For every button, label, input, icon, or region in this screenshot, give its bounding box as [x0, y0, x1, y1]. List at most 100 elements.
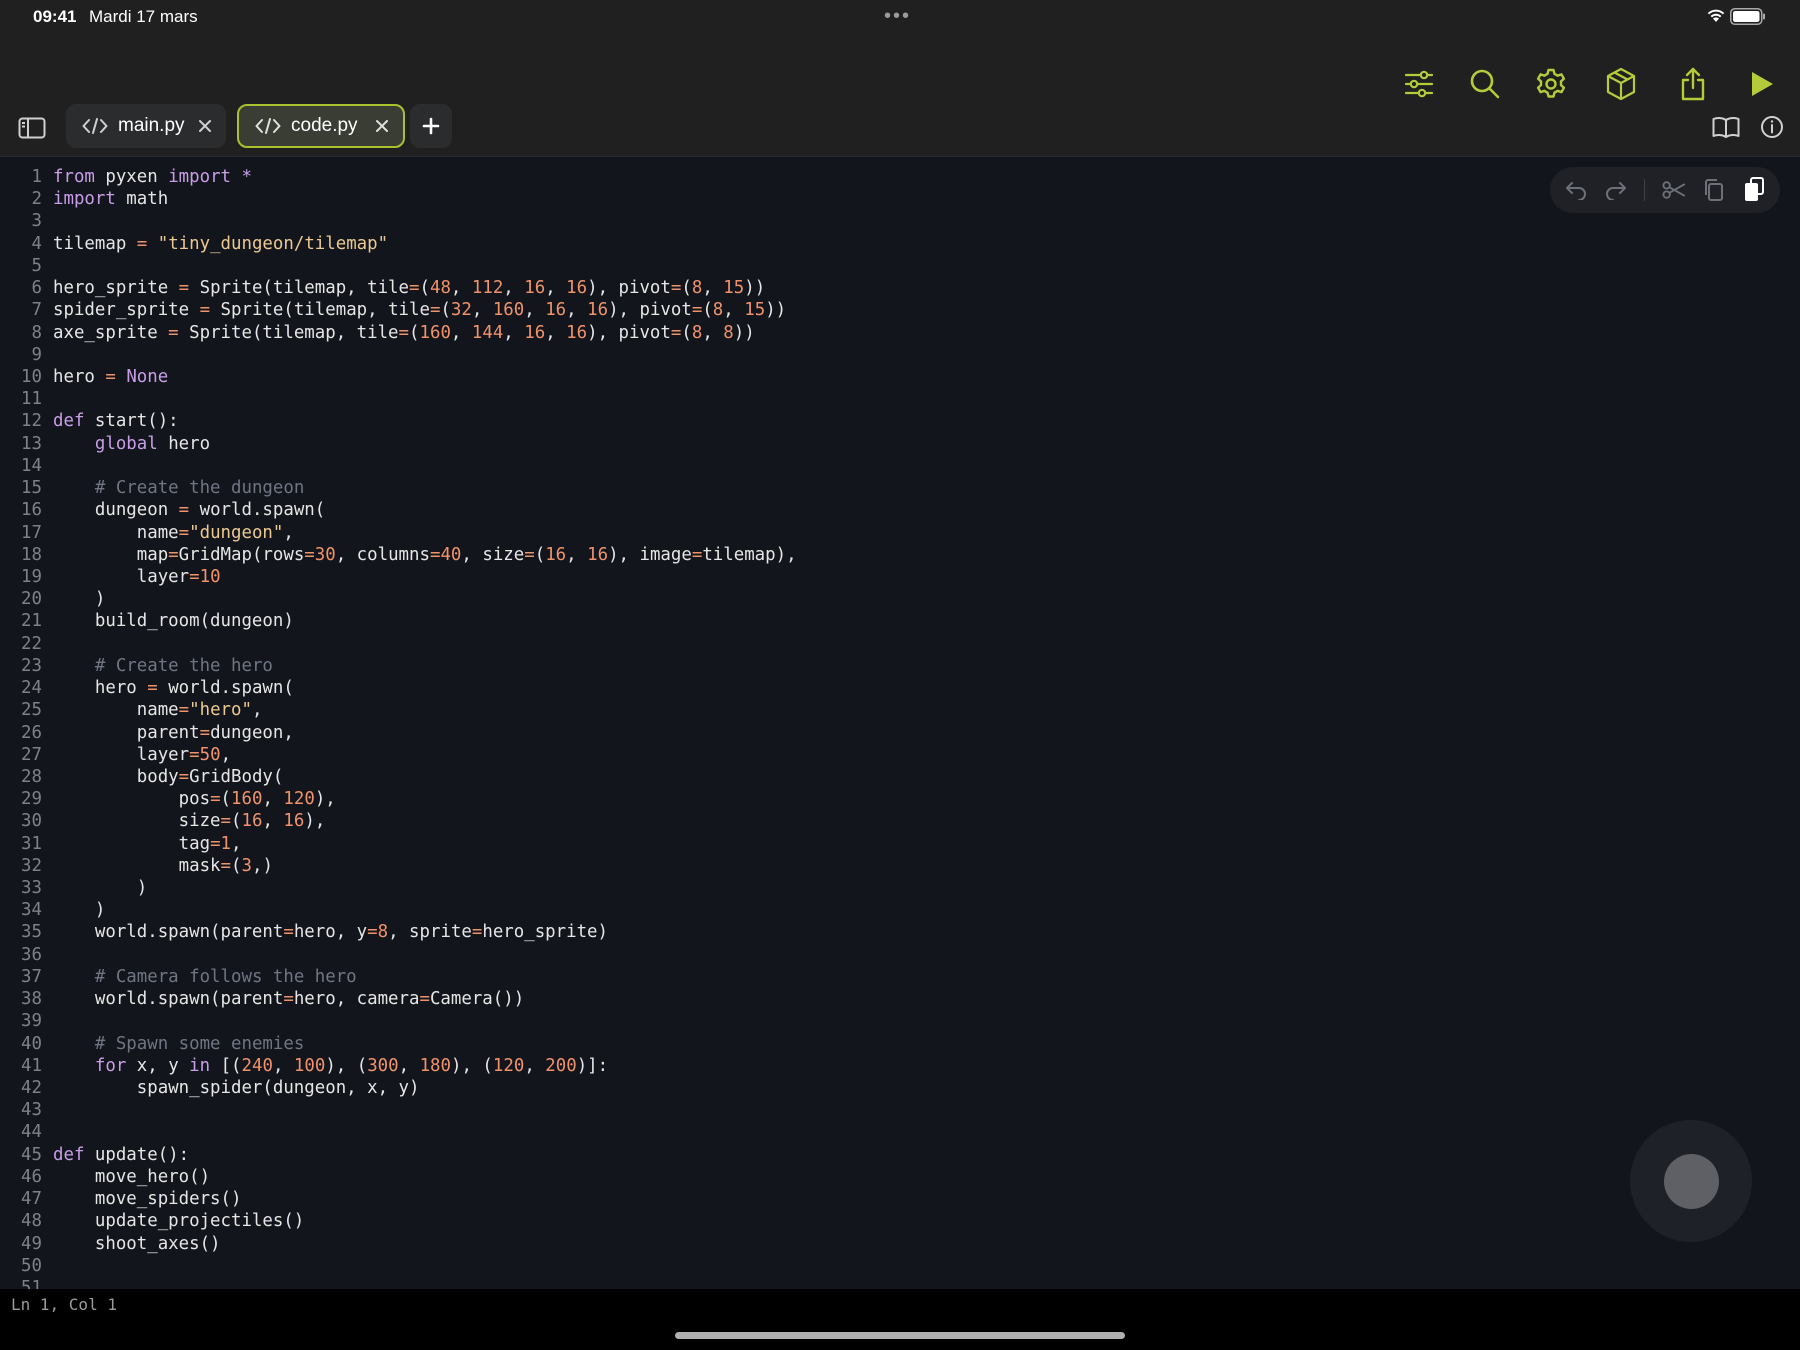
share-icon[interactable]: [1673, 64, 1713, 104]
undo-icon[interactable]: [1564, 178, 1588, 202]
code-line[interactable]: 25 name="hero",: [0, 699, 262, 721]
code-line[interactable]: 28 body=GridBody(: [0, 766, 283, 788]
code-editor[interactable]: 1 from pyxen import * 2 import math 3 4 tilema…: [0, 157, 1800, 1289]
code-line[interactable]: 51: [0, 1277, 53, 1289]
search-icon[interactable]: [1465, 64, 1505, 104]
code-text[interactable]: map=GridMap(rows=30, columns=40, size=(1…: [53, 544, 797, 566]
code-text[interactable]: hero = None: [53, 366, 168, 388]
code-line[interactable]: 1 from pyxen import *: [0, 166, 252, 188]
code-line[interactable]: 26 parent=dungeon,: [0, 722, 294, 744]
code-text[interactable]: for x, y in [(240, 100), (300, 180), (12…: [53, 1055, 608, 1077]
code-text[interactable]: world.spawn(parent=hero, y=8, sprite=her…: [53, 921, 608, 943]
code-line[interactable]: 50: [0, 1255, 53, 1277]
code-line[interactable]: 47 move_spiders(): [0, 1188, 241, 1210]
code-line[interactable]: 33 ): [0, 877, 147, 899]
cut-icon[interactable]: [1662, 178, 1686, 202]
code-text[interactable]: # Create the hero: [53, 655, 273, 677]
code-text[interactable]: layer=50,: [53, 744, 231, 766]
code-line[interactable]: 16 dungeon = world.spawn(: [0, 499, 325, 521]
code-text[interactable]: mask=(3,): [53, 855, 273, 877]
code-line[interactable]: 7 spider_sprite = Sprite(tilemap, tile=(3…: [0, 299, 787, 321]
joystick-knob[interactable]: [1664, 1154, 1719, 1209]
gear-icon[interactable]: [1531, 64, 1571, 104]
code-text[interactable]: body=GridBody(: [53, 766, 284, 788]
tab-main-py[interactable]: main.py: [66, 104, 226, 148]
code-line[interactable]: 12 def start():: [0, 410, 179, 432]
code-line[interactable]: 42 spawn_spider(dungeon, x, y): [0, 1077, 419, 1099]
close-icon[interactable]: [198, 119, 212, 133]
code-text[interactable]: def start():: [53, 410, 179, 432]
redo-icon[interactable]: [1604, 178, 1628, 202]
code-text[interactable]: # Camera follows the hero: [53, 966, 357, 988]
code-text[interactable]: # Spawn some enemies: [53, 1033, 304, 1055]
code-line[interactable]: 34 ): [0, 899, 105, 921]
code-line[interactable]: 24 hero = world.spawn(: [0, 677, 294, 699]
code-line[interactable]: 23 # Create the hero: [0, 655, 273, 677]
code-line[interactable]: 31 tag=1,: [0, 833, 242, 855]
code-text[interactable]: update_projectiles(): [53, 1210, 304, 1232]
code-line[interactable]: 38 world.spawn(parent=hero, camera=Camer…: [0, 988, 524, 1010]
code-line[interactable]: 18 map=GridMap(rows=30, columns=40, size…: [0, 544, 797, 566]
virtual-joystick[interactable]: [1630, 1120, 1752, 1242]
code-line[interactable]: 14: [0, 455, 53, 477]
code-line[interactable]: 10 hero = None: [0, 366, 168, 388]
code-text[interactable]: axe_sprite = Sprite(tilemap, tile=(160, …: [53, 322, 755, 344]
code-line[interactable]: 40 # Spawn some enemies: [0, 1033, 304, 1055]
book-icon[interactable]: [1711, 112, 1741, 142]
code-line[interactable]: 37 # Camera follows the hero: [0, 966, 357, 988]
code-text[interactable]: parent=dungeon,: [53, 722, 294, 744]
code-line[interactable]: 35 world.spawn(parent=hero, y=8, sprite=…: [0, 921, 608, 943]
code-text[interactable]: hero_sprite = Sprite(tilemap, tile=(48, …: [53, 277, 765, 299]
paste-icon[interactable]: [1742, 177, 1766, 202]
code-text[interactable]: ): [53, 899, 105, 921]
add-tab-button[interactable]: [410, 104, 452, 148]
copy-icon[interactable]: [1702, 178, 1726, 202]
code-line[interactable]: 2 import math: [0, 188, 169, 210]
code-text[interactable]: global hero: [53, 433, 210, 455]
code-line[interactable]: 17 name="dungeon",: [0, 522, 294, 544]
code-line[interactable]: 15 # Create the dungeon: [0, 477, 304, 499]
code-text[interactable]: tag=1,: [53, 833, 242, 855]
code-text[interactable]: spider_sprite = Sprite(tilemap, tile=(32…: [53, 299, 786, 321]
code-text[interactable]: from pyxen import *: [53, 166, 252, 188]
play-icon[interactable]: [1742, 64, 1782, 104]
code-line[interactable]: 6 hero_sprite = Sprite(tilemap, tile=(48,…: [0, 277, 766, 299]
sliders-icon[interactable]: [1399, 64, 1439, 104]
code-text[interactable]: ): [53, 877, 147, 899]
code-text[interactable]: shoot_axes(): [53, 1233, 221, 1255]
code-text[interactable]: world.spawn(parent=hero, camera=Camera()…: [53, 988, 524, 1010]
code-text[interactable]: build_room(dungeon): [53, 610, 294, 632]
code-text[interactable]: name="hero",: [53, 699, 263, 721]
code-text[interactable]: move_spiders(): [53, 1188, 242, 1210]
code-line[interactable]: 45 def update():: [0, 1144, 189, 1166]
code-line[interactable]: 43: [0, 1099, 53, 1121]
code-line[interactable]: 39: [0, 1010, 53, 1032]
code-text[interactable]: name="dungeon",: [53, 522, 294, 544]
code-text[interactable]: def update():: [53, 1144, 189, 1166]
code-line[interactable]: 22: [0, 633, 53, 655]
info-icon[interactable]: [1757, 112, 1787, 142]
code-text[interactable]: spawn_spider(dungeon, x, y): [53, 1077, 420, 1099]
code-line[interactable]: 30 size=(16, 16),: [0, 810, 325, 832]
code-text[interactable]: import math: [53, 188, 168, 210]
sidebar-toggle-icon[interactable]: [16, 112, 48, 144]
code-line[interactable]: 32 mask=(3,): [0, 855, 273, 877]
code-line[interactable]: 48 update_projectiles(): [0, 1210, 304, 1232]
code-text[interactable]: move_hero(): [53, 1166, 210, 1188]
code-line[interactable]: 3: [0, 210, 53, 232]
code-line[interactable]: 46 move_hero(): [0, 1166, 210, 1188]
multitasking-dots-icon[interactable]: •••: [884, 6, 911, 26]
code-line[interactable]: 13 global hero: [0, 433, 210, 455]
code-text[interactable]: dungeon = world.spawn(: [53, 499, 325, 521]
code-text[interactable]: layer=10: [53, 566, 221, 588]
code-line[interactable]: 29 pos=(160, 120),: [0, 788, 336, 810]
code-text[interactable]: tilemap = "tiny_dungeon/tilemap": [53, 233, 388, 255]
code-line[interactable]: 41 for x, y in [(240, 100), (300, 180), …: [0, 1055, 608, 1077]
code-line[interactable]: 20 ): [0, 588, 105, 610]
code-line[interactable]: 36: [0, 944, 53, 966]
code-line[interactable]: 5: [0, 255, 53, 277]
package-icon[interactable]: [1601, 64, 1641, 104]
code-line[interactable]: 49 shoot_axes(): [0, 1233, 221, 1255]
home-indicator[interactable]: [675, 1332, 1125, 1339]
code-line[interactable]: 9: [0, 344, 53, 366]
